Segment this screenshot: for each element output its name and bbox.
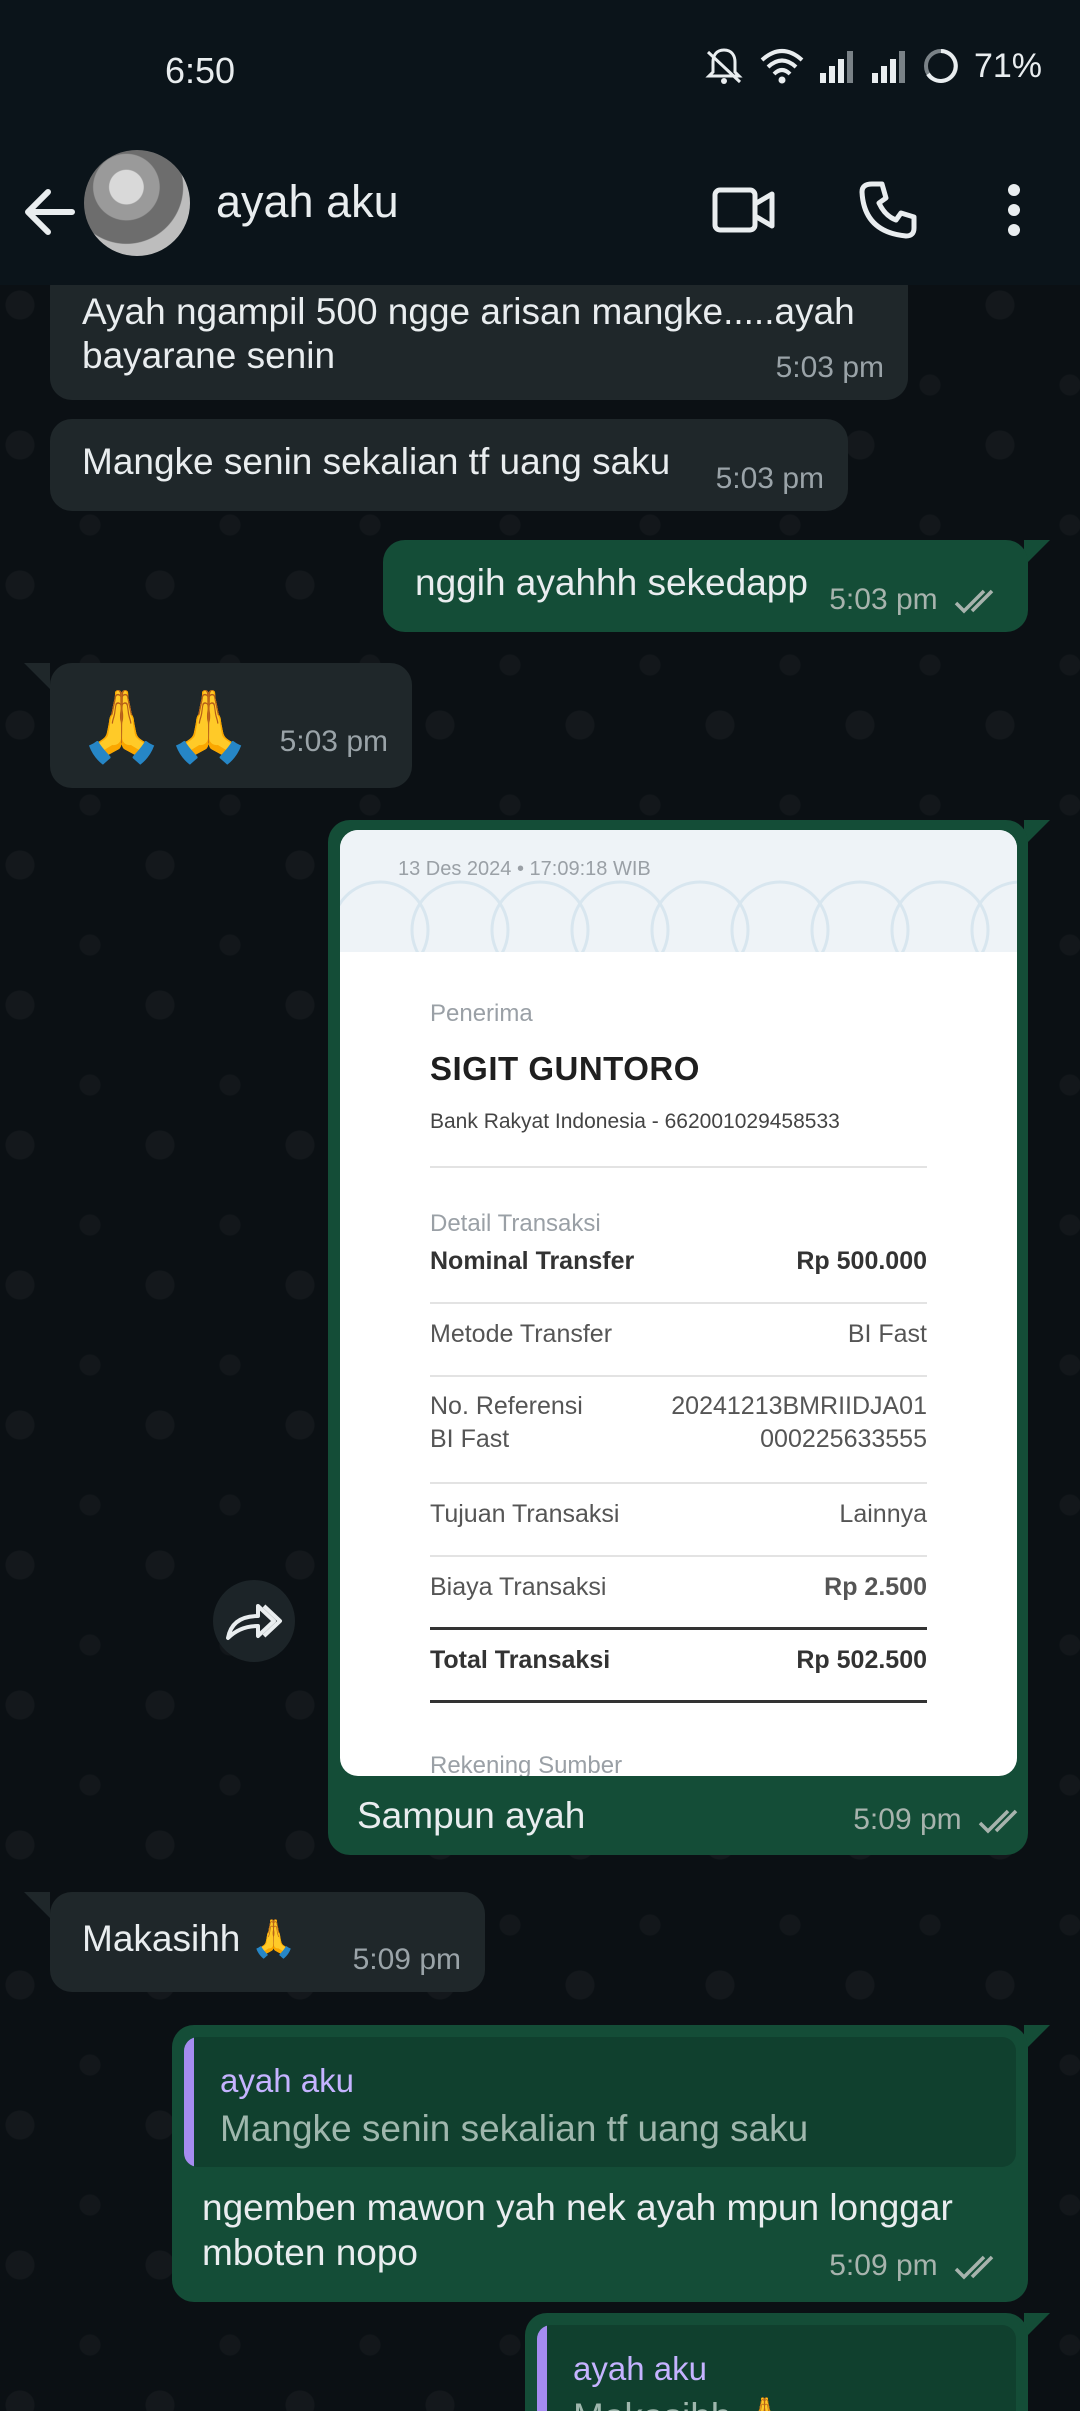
quote-text: Makasihh 🙏	[573, 2395, 788, 2411]
mute-icon	[705, 48, 743, 84]
message-caption: Sampun ayah	[357, 1795, 586, 1836]
video-call-icon[interactable]	[704, 170, 784, 250]
row-reference: No. Referensi BI Fast 20241213BMRIIDJA01…	[430, 1390, 927, 1460]
forward-icon[interactable]	[213, 1580, 295, 1662]
message-incoming[interactable]: Ayah ngampil 500 ngge arisan mangke.....…	[50, 285, 908, 400]
message-text: Ayah ngampil 500 ngge arisan mangke.....…	[82, 291, 855, 376]
more-vert-icon[interactable]	[974, 170, 1054, 250]
row-label: Tujuan Transaksi	[430, 1500, 620, 1528]
message-outgoing[interactable]: nggih ayahhh sekedapp 5:03 pm	[383, 540, 1028, 632]
pattern-decoration	[340, 880, 1017, 952]
receipt-datetime: 13 Des 2024 • 17:09:18 WIB	[398, 858, 651, 880]
row-label: No. Referensi	[430, 1392, 583, 1420]
quoted-message[interactable]: ayah aku Makasihh 🙏	[537, 2325, 1016, 2411]
next-section-label: Rekening Sumber	[430, 1752, 623, 1776]
quote-name: ayah aku	[220, 2062, 354, 2099]
divider	[430, 1375, 927, 1377]
row-label: Nominal Transfer	[430, 1247, 635, 1275]
divider	[430, 1166, 927, 1168]
avatar[interactable]	[84, 150, 190, 256]
row-value-2: 000225633555	[760, 1425, 927, 1453]
divider	[430, 1302, 927, 1304]
status-icons: 71%	[702, 46, 1042, 86]
message-meta: 5:09 pm	[829, 2244, 1004, 2288]
quote-text: Mangke senin sekalian tf uang saku	[220, 2108, 809, 2149]
double-check-icon	[954, 2255, 994, 2280]
divider	[430, 1482, 927, 1484]
message-text: Mangke senin sekalian tf uang saku	[82, 441, 671, 482]
row-value: Rp 500.000	[796, 1247, 927, 1275]
row-label: Total Transaksi	[430, 1646, 611, 1674]
chat-header: ayah aku	[0, 140, 1080, 285]
row-label: Biaya Transaksi	[430, 1573, 607, 1601]
recipient-label: Penerima	[430, 1000, 533, 1027]
recipient-bank: Bank Rakyat Indonesia - 662001029458533	[430, 1110, 840, 1133]
message-time: 5:03 pm	[829, 583, 938, 616]
message-time: 5:03 pm	[715, 462, 824, 495]
row-value: Rp 502.500	[796, 1646, 927, 1674]
bubble-tail	[24, 1892, 50, 1918]
quote-bar	[537, 2325, 547, 2411]
double-check-icon	[954, 589, 994, 614]
signal-icon	[871, 51, 905, 83]
row-total: Total Transaksi Rp 502.500	[430, 1644, 927, 1677]
message-time: 5:03 pm	[279, 725, 388, 758]
message-time: 5:09 pm	[352, 1943, 461, 1976]
bubble-tail	[24, 663, 50, 689]
quote-bar	[184, 2037, 194, 2167]
row-value: 20241213BMRIIDJA01	[671, 1392, 927, 1420]
battery-icon	[923, 49, 958, 83]
message-outgoing-reply[interactable]: ayah aku Mangke senin sekalian tf uang s…	[172, 2025, 1028, 2302]
receipt-image[interactable]: 13 Des 2024 • 17:09:18 WIB Penerima SIGI…	[340, 830, 1017, 1776]
quote-name: ayah aku	[573, 2350, 707, 2387]
signal-icon	[819, 51, 853, 83]
arrow-left-icon[interactable]	[22, 180, 78, 244]
row-label: Metode Transfer	[430, 1320, 613, 1348]
chat-area[interactable]: Ayah ngampil 500 ngge arisan mangke.....…	[0, 285, 1080, 2411]
double-check-icon	[978, 1809, 1018, 1834]
recipient-name: SIGIT GUNTORO	[430, 1050, 700, 1087]
receipt-banner: 13 Des 2024 • 17:09:18 WIB	[340, 830, 1017, 952]
message-outgoing-reply[interactable]: ayah aku Makasihh 🙏	[525, 2313, 1028, 2411]
divider	[430, 1700, 927, 1703]
status-bar: 6:50 71%	[0, 0, 1080, 140]
row-fee: Biaya Transaksi Rp 2.500	[430, 1571, 927, 1604]
row-method: Metode Transfer BI Fast	[430, 1318, 927, 1351]
message-incoming[interactable]: Mangke senin sekalian tf uang saku 5:03 …	[50, 419, 848, 511]
message-meta: 5:09 pm	[853, 1803, 1028, 1837]
message-meta: 5:03 pm	[829, 578, 1004, 622]
message-incoming[interactable]: Makasihh 🙏 5:09 pm	[50, 1892, 485, 1992]
message-time: 5:03 pm	[775, 351, 884, 384]
wifi-icon	[760, 49, 804, 84]
divider	[430, 1627, 927, 1630]
row-value: BI Fast	[847, 1320, 927, 1348]
quoted-message[interactable]: ayah aku Mangke senin sekalian tf uang s…	[184, 2037, 1016, 2167]
battery-percent: 71%	[973, 46, 1042, 85]
divider	[430, 1555, 927, 1557]
row-purpose: Tujuan Transaksi Lainnya	[430, 1498, 927, 1531]
row-label-2: BI Fast	[430, 1425, 510, 1453]
row-value: Lainnya	[839, 1500, 927, 1528]
row-value: Rp 2.500	[824, 1573, 927, 1601]
message-time: 5:09 pm	[853, 1803, 962, 1836]
phone-icon[interactable]	[848, 170, 928, 250]
contact-name[interactable]: ayah aku	[216, 176, 399, 228]
message-incoming[interactable]: 🙏🙏 5:03 pm	[50, 663, 412, 788]
message-time: 5:09 pm	[829, 2249, 938, 2282]
status-time: 6:50	[165, 50, 236, 91]
row-nominal: Nominal Transfer Rp 500.000	[430, 1245, 927, 1278]
detail-label: Detail Transaksi	[430, 1210, 601, 1237]
